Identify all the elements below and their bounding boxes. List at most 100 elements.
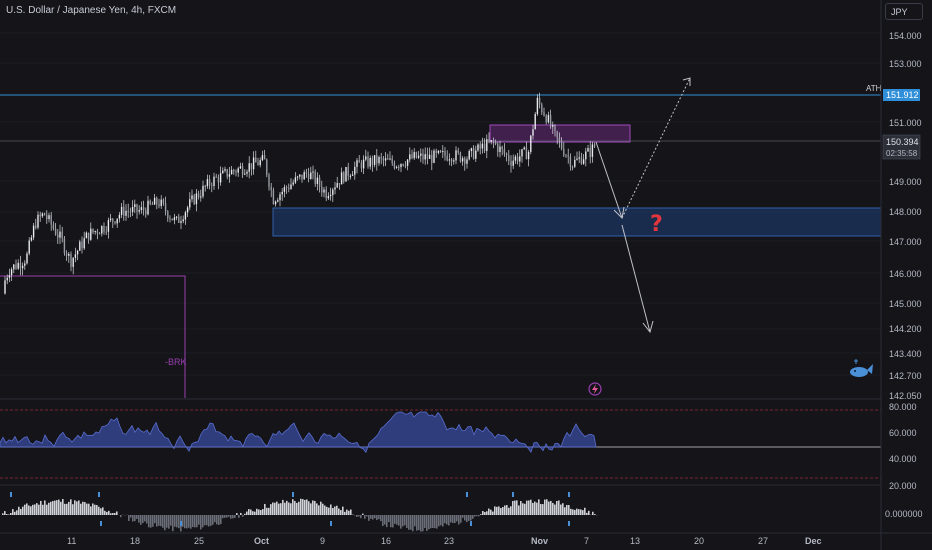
macd-bar bbox=[536, 502, 538, 515]
symbol-title[interactable]: U.S. Dollar / Japanese Yen, 4h, FXCM bbox=[6, 5, 176, 16]
candle-body bbox=[371, 157, 374, 165]
price-tick: 142.700 bbox=[889, 371, 922, 381]
macd-bar bbox=[396, 515, 398, 525]
date-tick: 20 bbox=[694, 536, 704, 546]
macd-bar bbox=[406, 515, 408, 528]
macd-bar bbox=[244, 513, 246, 515]
candle-body bbox=[296, 176, 299, 178]
macd-bar bbox=[140, 515, 142, 525]
macd-bar bbox=[292, 499, 294, 515]
macd-signal-marker bbox=[98, 492, 100, 497]
macd-bar bbox=[504, 505, 506, 515]
macd-bar bbox=[246, 511, 248, 515]
candle-body bbox=[475, 150, 477, 159]
macd-bar bbox=[204, 515, 206, 526]
candle-body bbox=[345, 167, 347, 182]
candle-body bbox=[202, 185, 204, 197]
macd-bar bbox=[502, 507, 504, 515]
price-chart[interactable]: -BRK ATH ? 154.000 153.000 151.000 149.0… bbox=[0, 0, 932, 550]
macd-bar bbox=[508, 507, 510, 515]
candle-body bbox=[437, 150, 440, 153]
candle-body bbox=[4, 280, 6, 294]
macd-bar bbox=[110, 513, 112, 515]
candle-body bbox=[19, 262, 22, 269]
candle-body bbox=[224, 169, 226, 171]
candle-body bbox=[266, 159, 268, 175]
macd-bar bbox=[338, 508, 340, 515]
candle-body bbox=[50, 215, 52, 225]
macd-bar bbox=[370, 515, 372, 519]
macd-bar bbox=[574, 509, 576, 515]
candle-body bbox=[114, 221, 116, 224]
candle-body bbox=[219, 173, 222, 183]
macd-bar bbox=[592, 511, 594, 515]
macd-bar bbox=[512, 501, 514, 515]
macd-bar bbox=[92, 503, 94, 515]
macd-bar bbox=[376, 515, 378, 521]
macd-bar bbox=[264, 503, 266, 515]
macd-bar bbox=[506, 505, 508, 515]
macd-bar bbox=[288, 502, 290, 515]
macd-bar bbox=[524, 503, 526, 515]
candle-body bbox=[523, 147, 525, 150]
candle-body bbox=[65, 253, 68, 256]
macd-bar bbox=[178, 515, 180, 529]
macd-bar bbox=[346, 509, 348, 515]
macd-bar bbox=[400, 515, 402, 529]
candle-body bbox=[85, 232, 88, 239]
candle-body bbox=[534, 114, 536, 130]
macd-bar bbox=[566, 504, 568, 515]
candle-body bbox=[367, 156, 369, 167]
macd-bar bbox=[434, 515, 436, 529]
candle-body bbox=[545, 115, 547, 123]
demand-zone[interactable] bbox=[272, 207, 882, 237]
macd-bar bbox=[22, 506, 24, 515]
candle-body bbox=[222, 170, 224, 174]
candle-body bbox=[516, 156, 519, 162]
candle-body bbox=[444, 151, 446, 156]
macd-bar bbox=[262, 509, 264, 515]
macd-bar bbox=[116, 511, 118, 515]
candle-body bbox=[61, 231, 63, 239]
macd-bar bbox=[276, 501, 278, 515]
macd-bar bbox=[302, 499, 304, 515]
macd-bar bbox=[394, 515, 396, 524]
macd-bar bbox=[550, 500, 552, 515]
candle-body bbox=[360, 162, 363, 169]
brk-label: -BRK bbox=[165, 357, 187, 367]
macd-bar bbox=[438, 515, 440, 527]
date-tick: 27 bbox=[758, 536, 768, 546]
candle-body bbox=[252, 157, 255, 170]
candle-body bbox=[448, 159, 451, 161]
candle-body bbox=[8, 275, 11, 278]
candle-body bbox=[215, 176, 217, 178]
candle-body bbox=[186, 207, 189, 213]
candle-body bbox=[358, 160, 360, 163]
macd-bar bbox=[82, 501, 84, 515]
macd-bar bbox=[480, 514, 482, 515]
macd-bar bbox=[4, 511, 6, 515]
macd-bar bbox=[240, 512, 242, 515]
macd-bar bbox=[106, 511, 108, 515]
macd-tick: 0.000000 bbox=[885, 509, 923, 519]
candle-body bbox=[259, 160, 261, 166]
macd-bar bbox=[236, 513, 238, 515]
macd-bar bbox=[40, 500, 42, 515]
macd-bar bbox=[34, 504, 36, 515]
macd-bar bbox=[174, 515, 176, 527]
currency-selector[interactable]: JPY bbox=[885, 3, 923, 20]
candle-body bbox=[268, 174, 270, 187]
candle-body bbox=[136, 204, 138, 212]
macd-bar bbox=[516, 500, 518, 515]
candle-body bbox=[105, 231, 107, 233]
macd-bar bbox=[84, 502, 86, 515]
candle-body bbox=[151, 203, 154, 205]
macd-bar bbox=[296, 502, 298, 515]
macd-bar bbox=[166, 515, 168, 528]
candle-body bbox=[140, 207, 143, 211]
macd-signal-marker bbox=[466, 492, 468, 497]
candle-body bbox=[52, 224, 55, 229]
candle-body bbox=[521, 149, 523, 157]
price-tick: 144.200 bbox=[889, 324, 922, 334]
macd-bar bbox=[432, 515, 434, 528]
